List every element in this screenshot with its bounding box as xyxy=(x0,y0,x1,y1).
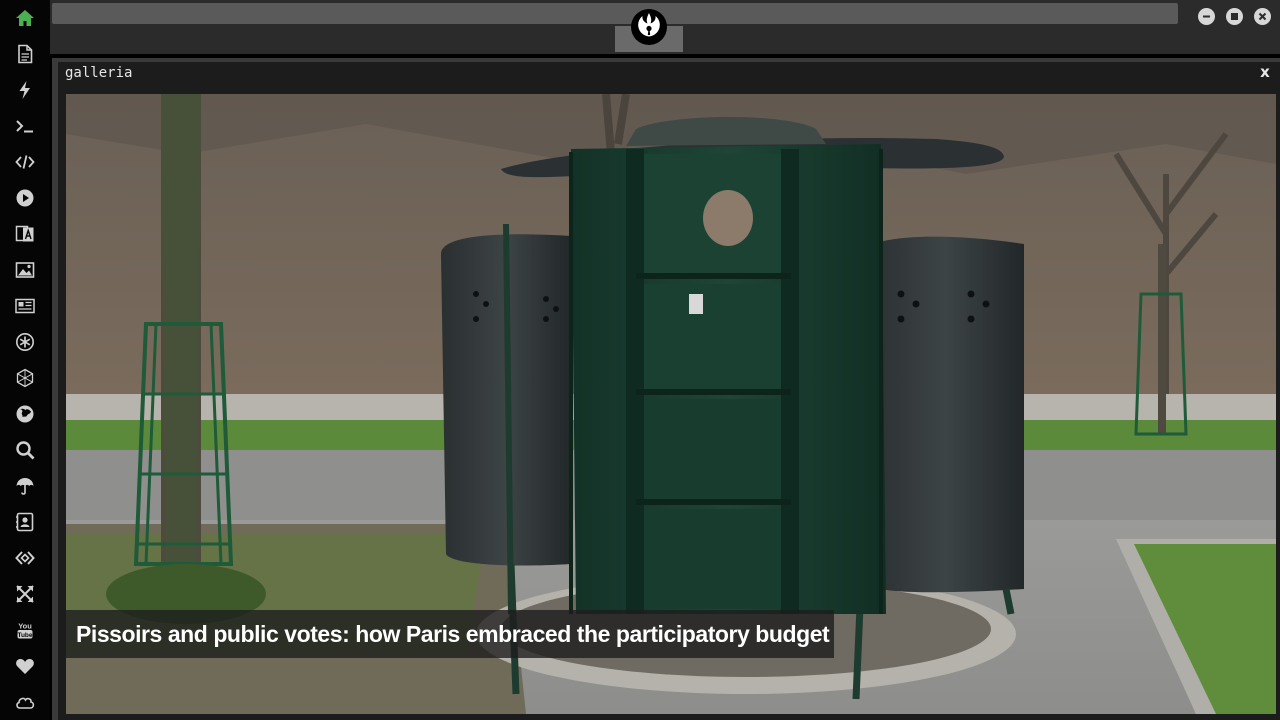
maximize-icon[interactable] xyxy=(1226,8,1243,25)
document-icon[interactable] xyxy=(12,41,38,67)
hexagon-icon[interactable] xyxy=(12,365,38,391)
home-icon[interactable] xyxy=(12,5,38,31)
minimize-icon[interactable] xyxy=(1198,8,1215,25)
image-icon[interactable] xyxy=(12,257,38,283)
rebel-alliance-icon xyxy=(630,8,668,46)
globe-icon[interactable] xyxy=(12,401,38,427)
code-icon[interactable] xyxy=(12,149,38,175)
cloud-icon[interactable] xyxy=(12,689,38,715)
gallery-caption: Pissoirs and public votes: how Paris emb… xyxy=(76,621,830,647)
newspaper-icon[interactable] xyxy=(12,293,38,319)
close-icon[interactable] xyxy=(1254,8,1271,25)
panel-close-button[interactable]: x xyxy=(1257,63,1273,81)
contact-card-icon[interactable] xyxy=(12,509,38,535)
youtube-icon[interactable]: You Tube xyxy=(12,617,38,643)
svg-text:Tube: Tube xyxy=(17,632,32,639)
code-diamond-icon[interactable] xyxy=(12,545,38,571)
terminal-icon[interactable] xyxy=(12,113,38,139)
lightning-icon[interactable] xyxy=(12,77,38,103)
search-icon[interactable] xyxy=(12,437,38,463)
umbrella-icon[interactable] xyxy=(12,473,38,499)
expand-arrows-icon[interactable] xyxy=(12,581,38,607)
translate-icon[interactable] xyxy=(12,221,38,247)
play-icon[interactable] xyxy=(12,185,38,211)
panel-title: galleria xyxy=(65,65,133,81)
sidebar: You Tube xyxy=(0,0,50,720)
svg-text:You: You xyxy=(18,622,32,631)
address-bar[interactable] xyxy=(52,3,1178,24)
asterisk-circle-icon[interactable] xyxy=(12,329,38,355)
heart-icon[interactable] xyxy=(12,653,38,679)
